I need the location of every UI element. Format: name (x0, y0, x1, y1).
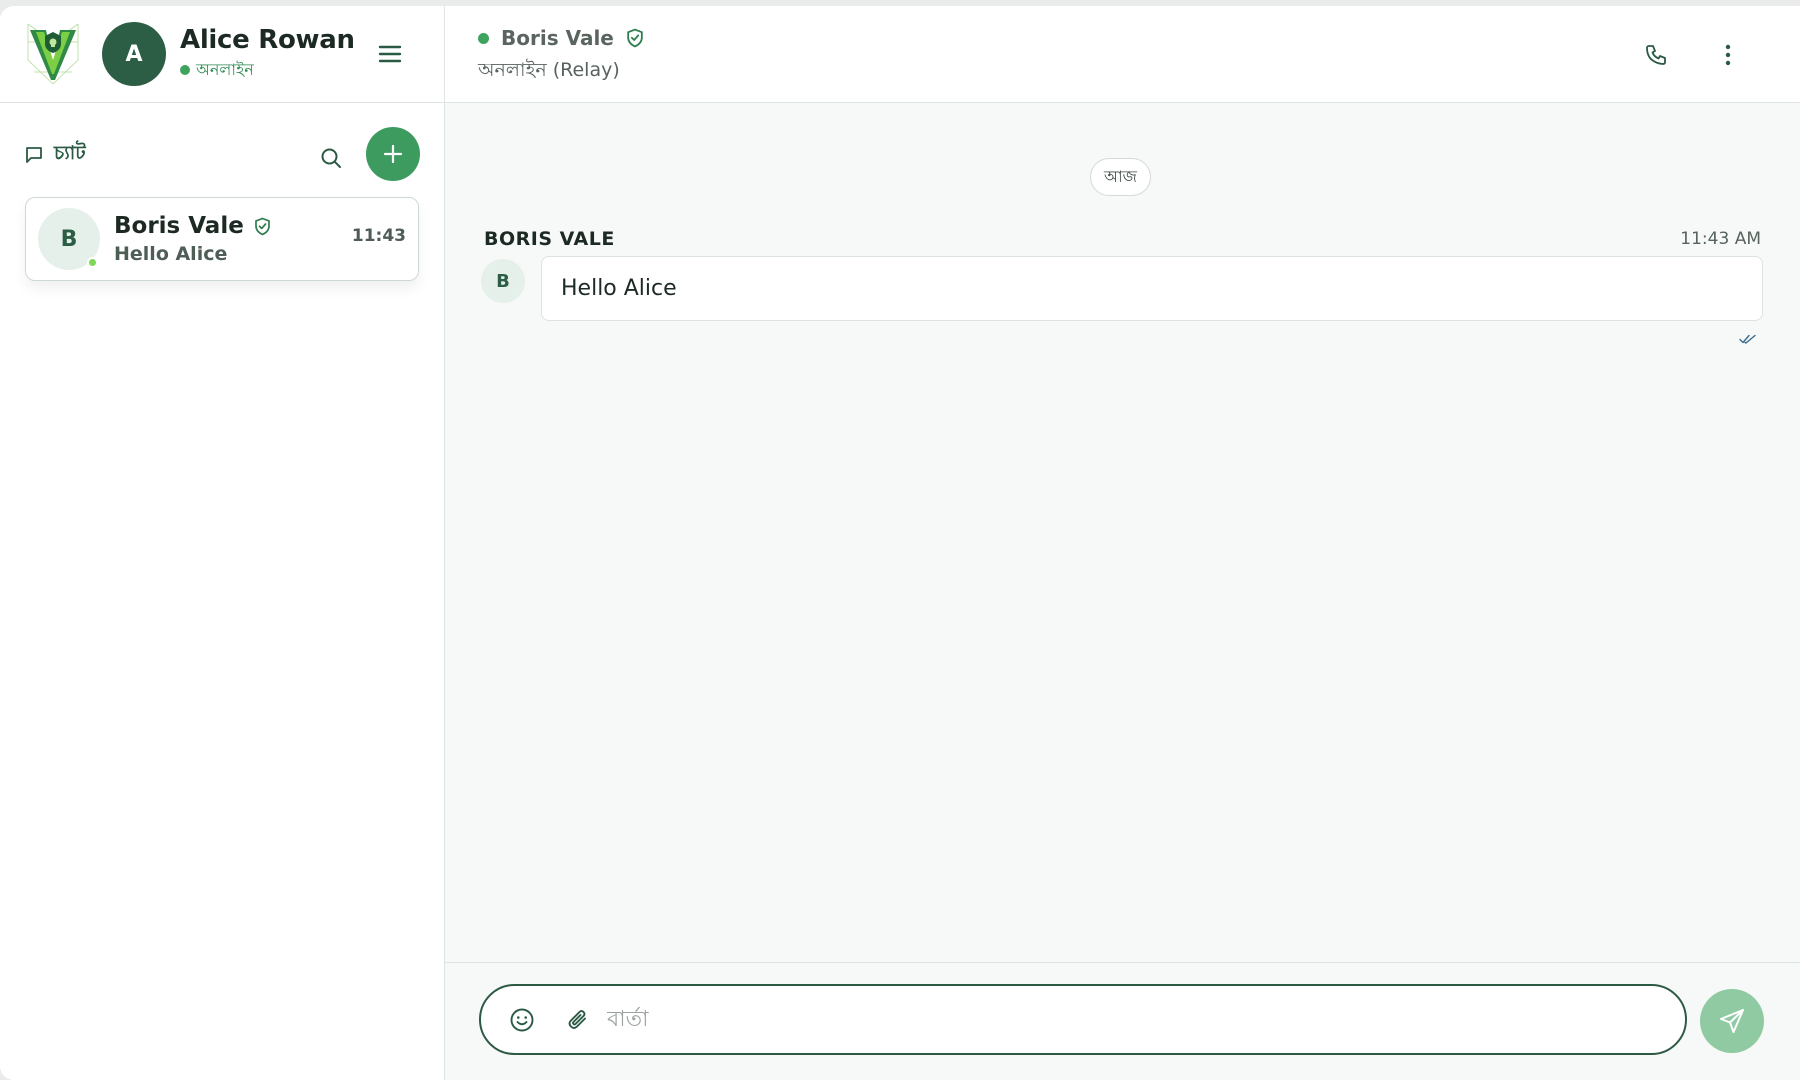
smiley-icon (510, 1008, 534, 1031)
user-status: অনলাইন (180, 57, 355, 84)
online-indicator (87, 257, 98, 268)
profile-header: A Alice Rowan অনলাইন (0, 6, 444, 103)
message-composer (445, 962, 1800, 1080)
online-dot (180, 65, 190, 75)
message-bubble[interactable]: Hello Alice (541, 256, 1763, 321)
plus-icon (383, 144, 403, 164)
search-button[interactable] (316, 143, 346, 173)
app-logo (27, 23, 79, 85)
chat-item-name: Boris Vale (114, 213, 244, 239)
user-info: Alice Rowan অনলাইন (180, 25, 355, 84)
chats-toolbar: চ্যাট (0, 103, 444, 207)
chat-item-time: 11:43 (351, 226, 406, 246)
contact-initial: B (60, 226, 78, 252)
emoji-button[interactable] (507, 1005, 537, 1035)
composer-box (479, 984, 1687, 1055)
contact-avatar: B (38, 208, 100, 270)
message-sender: BORIS VALE (484, 228, 615, 250)
paperclip-icon (568, 1009, 586, 1029)
chat-bubble-icon (26, 147, 42, 163)
chats-heading: চ্যাট (24, 139, 86, 171)
verified-shield-icon (627, 28, 643, 48)
send-icon (1720, 1009, 1744, 1033)
kebab-icon (1725, 44, 1731, 66)
message-text: Hello Alice (561, 276, 677, 301)
date-separator: আজ (1090, 158, 1151, 196)
user-name: Alice Rowan (180, 24, 355, 55)
message-time: 11:43 AM (1680, 229, 1761, 249)
user-status-label: অনলাইন (196, 59, 254, 79)
phone-icon (1646, 45, 1666, 65)
conversation-header: Boris Vale অনলাইন (Relay) (445, 6, 1800, 103)
attach-button[interactable] (563, 1005, 593, 1035)
user-avatar[interactable]: A (102, 22, 166, 86)
more-options-button[interactable] (1713, 40, 1743, 70)
send-button[interactable] (1700, 989, 1764, 1053)
chats-title: চ্যাট (54, 142, 86, 164)
double-check-icon (1739, 334, 1756, 344)
app-window: A Alice Rowan অনলাইন চ্যাট B Boris Vale … (0, 6, 1800, 1080)
chat-list-item[interactable]: B Boris Vale Hello Alice 11:43 (25, 197, 419, 281)
search-icon (321, 148, 341, 168)
message-input[interactable] (607, 1007, 1685, 1032)
peer-status: অনলাইন (Relay) (478, 59, 620, 81)
peer-name: Boris Vale (501, 26, 614, 50)
new-chat-button[interactable] (366, 127, 420, 181)
conversation-pane: Boris Vale অনলাইন (Relay) আজ BORIS VALE … (445, 6, 1800, 1080)
verified-shield-icon (254, 217, 270, 235)
call-button[interactable] (1641, 40, 1671, 70)
hamburger-icon (378, 45, 402, 63)
peer-title: Boris Vale (478, 26, 644, 50)
chat-item-preview: Hello Alice (114, 243, 228, 265)
menu-button[interactable] (376, 40, 404, 68)
message-avatar: B (481, 259, 525, 303)
peer-online-dot (478, 32, 489, 44)
sidebar: A Alice Rowan অনলাইন চ্যাট B Boris Vale … (0, 6, 445, 1080)
